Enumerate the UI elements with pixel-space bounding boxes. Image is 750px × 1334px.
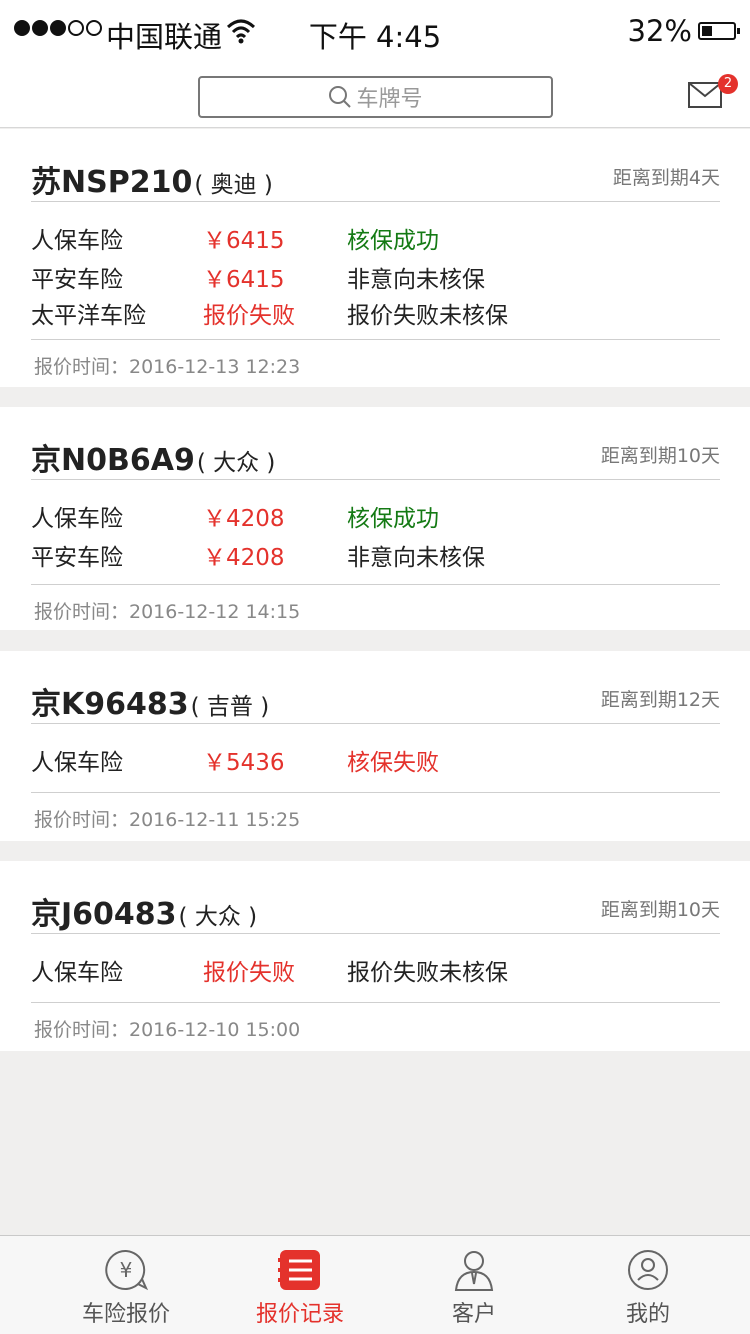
record-footer: 报价时间：2016-12-12 14:15	[31, 584, 720, 630]
quote-price: ￥4208	[203, 545, 285, 571]
expiry-countdown: 距离到期4天	[612, 167, 720, 189]
quote-row: 平安车险 ￥6415 非意向未核保	[31, 256, 720, 294]
plate-number: 京K96483( 吉普 )	[31, 687, 270, 722]
quote-row: 人保车险 ￥4208 核保成功	[31, 495, 720, 533]
quote-price: 报价失败	[203, 960, 295, 986]
search-input[interactable]: 车牌号	[198, 76, 553, 118]
plate-number: 京N0B6A9( 大众 )	[31, 443, 276, 478]
tab-me[interactable]: 我的	[554, 1236, 742, 1334]
quote-row: 人保车险 报价失败 报价失败未核保	[31, 949, 720, 987]
insurer-name: 平安车险	[31, 545, 123, 571]
plate-number: 苏NSP210( 奥迪 )	[31, 165, 273, 200]
status-bar: 中国联通 下午 4:45 32%	[0, 0, 750, 64]
underwriting-status: 核保成功	[347, 506, 439, 532]
insurer-name: 人保车险	[31, 228, 123, 254]
expiry-countdown: 距离到期10天	[600, 899, 720, 921]
tab-label: 车险报价	[81, 1302, 170, 1327]
tab-label: 客户	[451, 1302, 496, 1327]
customer-icon	[454, 1251, 494, 1291]
record-card[interactable]: 京J60483( 大众 ) 距离到期10天 人保车险 报价失败 报价失败未核保 …	[0, 861, 750, 1051]
svg-text:¥: ¥	[120, 1258, 133, 1282]
record-footer: 报价时间：2016-12-13 12:23	[31, 339, 720, 385]
record-header: 京K96483( 吉普 ) 距离到期12天	[31, 651, 720, 724]
quote-time: 报价时间：2016-12-12 14:15	[34, 601, 301, 623]
expiry-countdown: 距离到期10天	[600, 445, 720, 467]
search-icon	[329, 86, 352, 108]
record-header: 京J60483( 大众 ) 距离到期10天	[31, 861, 720, 934]
tab-records[interactable]: 报价记录	[206, 1236, 394, 1334]
quote-time: 报价时间：2016-12-11 15:25	[34, 809, 301, 831]
plate-number: 京J60483( 大众 )	[31, 897, 258, 932]
mail-icon[interactable]	[688, 82, 722, 108]
record-footer: 报价时间：2016-12-11 15:25	[31, 792, 720, 838]
underwriting-status: 报价失败未核保	[347, 303, 508, 329]
list-icon	[278, 1250, 320, 1290]
quote-row: 人保车险 ￥5436 核保失败	[31, 739, 720, 777]
car-brand: ( 大众 )	[196, 450, 276, 476]
quote-price: ￥5436	[203, 750, 285, 776]
quote-price: 报价失败	[203, 303, 295, 329]
quote-row: 人保车险 ￥6415 核保成功	[31, 217, 720, 255]
profile-icon	[628, 1250, 668, 1290]
insurer-name: 人保车险	[31, 960, 123, 986]
battery-icon	[698, 22, 740, 40]
tab-bar: ¥ 车险报价 报价记录 客户 我的	[0, 1235, 750, 1334]
underwriting-status: 核保成功	[347, 228, 439, 254]
underwriting-status: 报价失败未核保	[347, 960, 508, 986]
yen-bubble-icon: ¥	[105, 1249, 148, 1291]
record-card[interactable]: 京N0B6A9( 大众 ) 距离到期10天 人保车险 ￥4208 核保成功 平安…	[0, 407, 750, 630]
record-card[interactable]: 苏NSP210( 奥迪 ) 距离到期4天 人保车险 ￥6415 核保成功 平安车…	[0, 129, 750, 387]
car-brand: ( 奥迪 )	[194, 172, 273, 198]
mail-badge: 2	[718, 74, 738, 94]
record-header: 京N0B6A9( 大众 ) 距离到期10天	[31, 407, 720, 480]
record-header: 苏NSP210( 奥迪 ) 距离到期4天	[31, 129, 720, 202]
quote-row: 平安车险 ￥4208 非意向未核保	[31, 534, 720, 572]
insurer-name: 太平洋车险	[31, 303, 146, 329]
quote-price: ￥6415	[203, 228, 285, 254]
car-brand: ( 吉普 )	[190, 694, 270, 720]
insurer-name: 人保车险	[31, 506, 123, 532]
underwriting-status: 核保失败	[347, 750, 439, 776]
quote-row: 太平洋车险 报价失败 报价失败未核保	[31, 292, 720, 330]
tab-quote[interactable]: ¥ 车险报价	[32, 1236, 220, 1334]
expiry-countdown: 距离到期12天	[600, 689, 720, 711]
tab-label: 报价记录	[255, 1302, 344, 1327]
top-bar: 车牌号 2	[0, 64, 750, 128]
record-footer: 报价时间：2016-12-10 15:00	[31, 1002, 720, 1048]
search-placeholder: 车牌号	[356, 87, 423, 112]
tab-label: 我的	[625, 1302, 670, 1327]
underwriting-status: 非意向未核保	[347, 545, 485, 571]
underwriting-status: 非意向未核保	[347, 267, 485, 293]
insurer-name: 平安车险	[31, 267, 123, 293]
car-brand: ( 大众 )	[178, 904, 258, 930]
tab-customers[interactable]: 客户	[380, 1236, 568, 1334]
quote-time: 报价时间：2016-12-13 12:23	[34, 356, 301, 378]
quote-price: ￥6415	[203, 267, 285, 293]
quote-time: 报价时间：2016-12-10 15:00	[34, 1019, 301, 1041]
quote-price: ￥4208	[203, 506, 285, 532]
record-card[interactable]: 京K96483( 吉普 ) 距离到期12天 人保车险 ￥5436 核保失败 报价…	[0, 651, 750, 841]
battery-percent: 32%	[627, 14, 692, 48]
insurer-name: 人保车险	[31, 750, 123, 776]
